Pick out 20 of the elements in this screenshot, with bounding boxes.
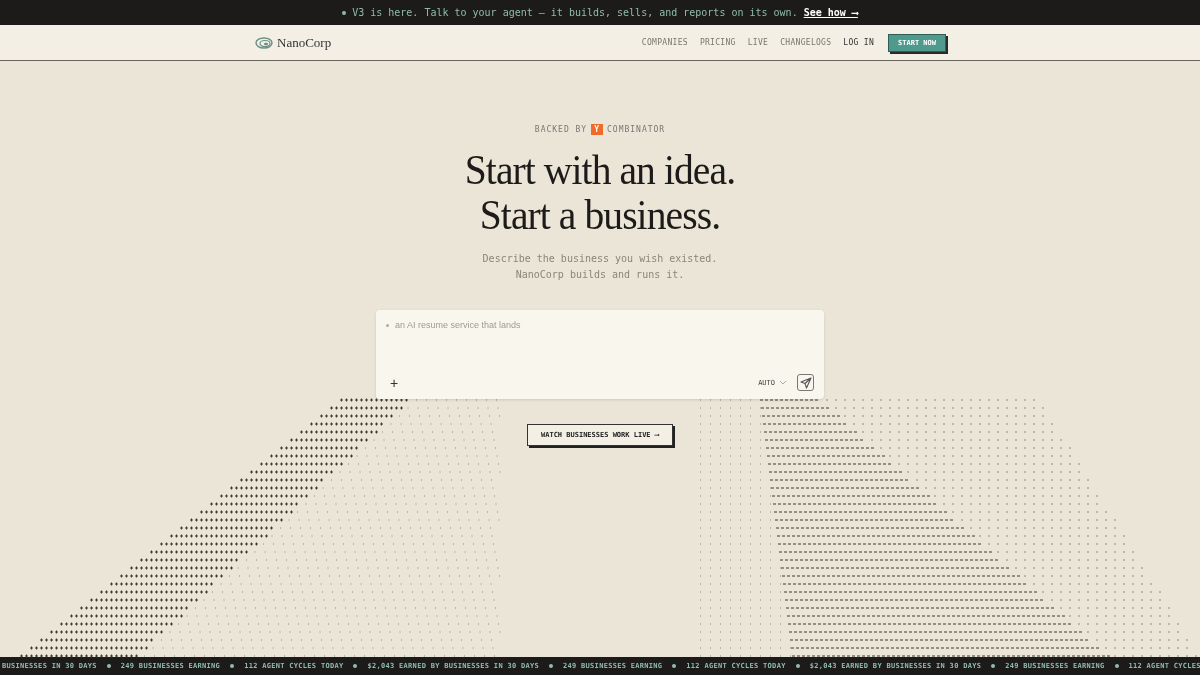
nav-link[interactable]: CHANGELOGS xyxy=(780,38,832,47)
logo-icon xyxy=(255,36,273,49)
cursor-dot-icon xyxy=(386,323,389,327)
nav-link[interactable]: PRICING xyxy=(699,38,736,47)
send-button[interactable] xyxy=(797,374,814,391)
backer-name: COMBINATOR xyxy=(607,125,666,134)
y-badge: Y xyxy=(591,124,603,135)
idea-input[interactable]: an AI resume service that lands xyxy=(395,320,695,330)
bullet-icon xyxy=(342,10,347,15)
add-button[interactable]: + xyxy=(386,374,403,391)
nav-link[interactable]: COMPANIES xyxy=(641,38,688,47)
brand-name: NanoCorp xyxy=(277,34,332,51)
headline: Start with an idea. Start a business. xyxy=(464,147,736,237)
backed-by-text: BACKED BY xyxy=(534,125,588,134)
login-link[interactable]: LOG IN xyxy=(843,38,875,47)
subtitle: Describe the business you wish existed. NanoCorp builds and runs it. xyxy=(482,252,718,282)
caret-icon xyxy=(779,380,787,385)
nav-link[interactable]: LIVE xyxy=(747,38,769,47)
see-how-link[interactable]: See how ⟶ xyxy=(803,7,858,18)
announcement-text: V3 is here. Talk to your agent — it builds, sells, and reports on its own. xyxy=(352,7,798,18)
